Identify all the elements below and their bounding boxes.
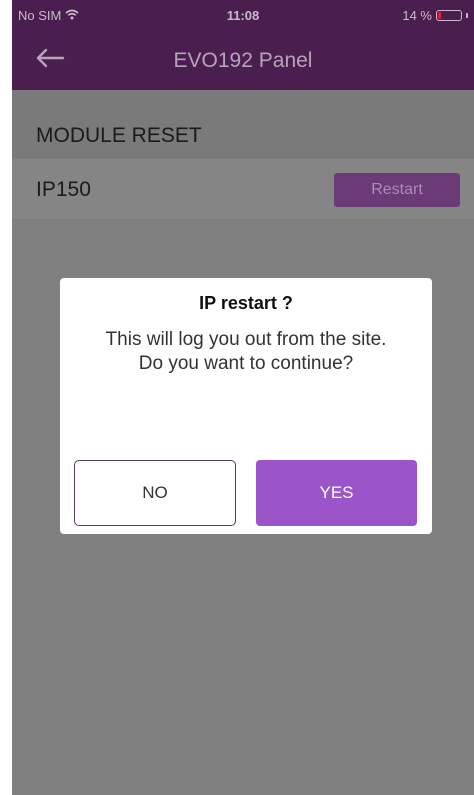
module-row: IP150 Restart xyxy=(12,158,474,220)
dialog-message: This will log you out from the site. Do … xyxy=(70,328,422,376)
dialog-message-line-2: Do you want to continue? xyxy=(138,353,354,374)
dialog-title: IP restart ? xyxy=(199,293,293,313)
status-right: 14 % xyxy=(402,8,468,23)
battery-percent: 14 % xyxy=(402,8,432,23)
dialog-message-line-1: This will log you out from the site. xyxy=(105,329,387,350)
status-bar: No SIM 11:08 14 % xyxy=(12,0,474,30)
battery-level xyxy=(438,12,442,19)
app-screen: No SIM 11:08 14 % EVO192 Panel MODULE RE… xyxy=(12,0,474,795)
page-title: EVO192 Panel xyxy=(173,49,313,72)
nav-bar: EVO192 Panel xyxy=(12,30,474,90)
battery-icon xyxy=(436,10,462,21)
module-name: IP150 xyxy=(36,178,91,201)
section-header: MODULE RESET xyxy=(12,90,474,158)
no-button[interactable]: NO xyxy=(74,460,236,526)
confirm-dialog: IP restart ? This will log you out from … xyxy=(60,278,432,534)
section-title: MODULE RESET xyxy=(36,124,202,147)
battery-tip xyxy=(466,13,468,18)
restart-button[interactable]: Restart xyxy=(334,173,460,207)
yes-button[interactable]: YES xyxy=(256,460,417,526)
